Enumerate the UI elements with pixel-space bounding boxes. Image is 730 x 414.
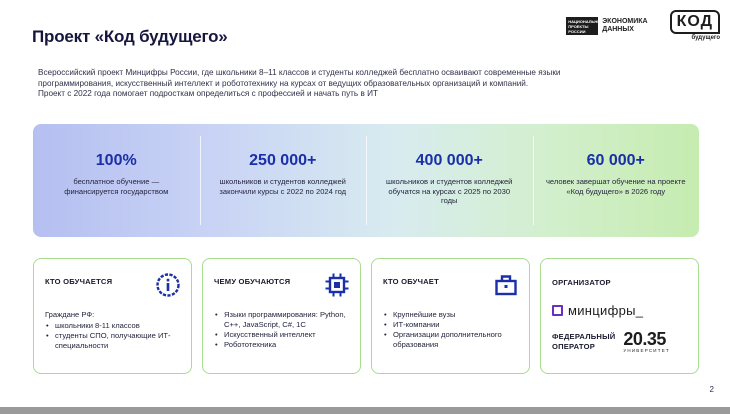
card-title: ЧЕМУ ОБУЧАЮТСЯ xyxy=(214,277,291,286)
list-item: Языки программирования: Python, C++, Jav… xyxy=(214,310,350,330)
card-list: школьники 8-11 классов студенты СПО, пол… xyxy=(45,321,181,351)
card-list: Языки программирования: Python, C++, Jav… xyxy=(214,310,350,350)
stat-graduates-2022-2024: 250 000+ школьников и студентов колледже… xyxy=(199,124,367,237)
stat-description: бесплатное обучение — финансируется госу… xyxy=(64,177,169,196)
list-item: Крупнейшие вузы xyxy=(383,310,519,320)
list-item: Робототехника xyxy=(214,340,350,350)
intro-line-3: Проект с 2022 года помогает подросткам о… xyxy=(38,89,378,98)
stat-value: 400 000+ xyxy=(415,152,483,169)
stat-free-education: 100% бесплатное обучение — финансируется… xyxy=(33,124,200,237)
intro-text: Всероссийский проект Минцифры России, гд… xyxy=(38,68,678,100)
university-2035-number: 20.35 xyxy=(623,329,666,349)
data-line: ДАННЫХ xyxy=(602,25,634,33)
stat-students-2025-2030: 400 000+ школьников и студентов колледже… xyxy=(366,124,533,237)
card-who-teaches: КТО ОБУЧАЕТ Крупнейшие вузы ИТ-компании … xyxy=(371,258,530,374)
mincifry-square-icon xyxy=(552,305,563,316)
intro-line-1: Всероссийский проект Минцифры России, гд… xyxy=(38,68,561,77)
operator-label: ФЕДЕРАЛЬНЫЙ ОПЕРАТОР xyxy=(552,332,615,351)
kod-logo-sub: будущего xyxy=(691,35,720,41)
stat-graduates-2026: 60 000+ человек завершат обучение на про… xyxy=(532,124,700,237)
list-item: школьники 8-11 классов xyxy=(45,321,181,331)
page-title: Проект «Код будущего» xyxy=(32,27,228,46)
stat-description: школьников и студентов колледжей закончи… xyxy=(219,177,347,196)
mincifry-logo: минцифры_ xyxy=(552,303,688,318)
list-item: Организации дополнительного образования xyxy=(383,330,519,350)
list-item: студенты СПО, получающие ИТ-специальност… xyxy=(45,331,181,351)
header-logos: НАЦИОНАЛЬНЫЕ ПРОЕКТЫ РОССИИ ЭКОНОМИКА ДА… xyxy=(566,10,720,41)
stat-description: человек завершат обучение на проекте «Ко… xyxy=(545,177,686,196)
operator-label-line-2: ОПЕРАТОР xyxy=(552,341,595,351)
federal-operator: ФЕДЕРАЛЬНЫЙ ОПЕРАТОР 20.35 УНИВЕРСИТЕТ xyxy=(552,330,688,353)
card-what-learn: ЧЕМУ ОБУЧАЮТСЯ Языки программирования: P… xyxy=(202,258,361,374)
bottom-bar xyxy=(0,407,730,414)
card-organizer: ОРГАНИЗАТОР минцифры_ ФЕДЕРАЛЬНЫЙ ОПЕРАТ… xyxy=(540,258,699,374)
kod-logo-word: КОД xyxy=(669,10,720,34)
card-title: КТО ОБУЧАЕТ xyxy=(383,277,439,286)
national-projects-badge: НАЦИОНАЛЬНЫЕ ПРОЕКТЫ РОССИИ xyxy=(566,16,604,35)
stat-description: школьников и студентов колледжей обучатс… xyxy=(386,177,513,205)
stat-value: 100% xyxy=(95,152,137,169)
intro-line-2: программирования, искусственный интеллек… xyxy=(38,78,529,88)
stat-value: 60 000+ xyxy=(586,152,645,169)
card-list: Крупнейшие вузы ИТ-компании Организации … xyxy=(383,310,519,350)
mincifry-logo-text: минцифры_ xyxy=(568,303,644,318)
economy-line: ЭКОНОМИКА xyxy=(602,17,648,25)
stat-value: 250 000+ xyxy=(249,152,317,169)
stats-panel: 100% бесплатное обучение — финансируется… xyxy=(33,124,699,237)
card-who-learns: КТО ОБУЧАЕТСЯ Граждане РФ: школьники 8-1… xyxy=(33,258,192,374)
kod-budushchego-logo: КОД будущего xyxy=(669,10,720,41)
card-title: КТО ОБУЧАЕТСЯ xyxy=(45,277,113,286)
briefcase-icon xyxy=(495,275,517,296)
page-number: 2 xyxy=(709,385,714,394)
card-title: ОРГАНИЗАТОР xyxy=(552,278,611,287)
economy-data-logo: НАЦИОНАЛЬНЫЕ ПРОЕКТЫ РОССИИ ЭКОНОМИКА ДА… xyxy=(566,16,648,35)
info-cards: КТО ОБУЧАЕТСЯ Граждане РФ: школьники 8-1… xyxy=(33,258,699,374)
chip-icon xyxy=(325,273,349,297)
university-2035-sub: УНИВЕРСИТЕТ xyxy=(623,348,670,353)
card-lead: Граждане РФ: xyxy=(45,310,95,319)
info-icon xyxy=(156,273,180,297)
list-item: Искусственный интеллект xyxy=(214,330,350,340)
list-item: ИТ-компании xyxy=(383,320,519,330)
operator-label-line-1: ФЕДЕРАЛЬНЫЙ xyxy=(552,332,616,341)
university-2035-logo: 20.35 УНИВЕРСИТЕТ xyxy=(623,330,669,353)
economy-data-text: ЭКОНОМИКА ДАННЫХ xyxy=(602,18,647,34)
